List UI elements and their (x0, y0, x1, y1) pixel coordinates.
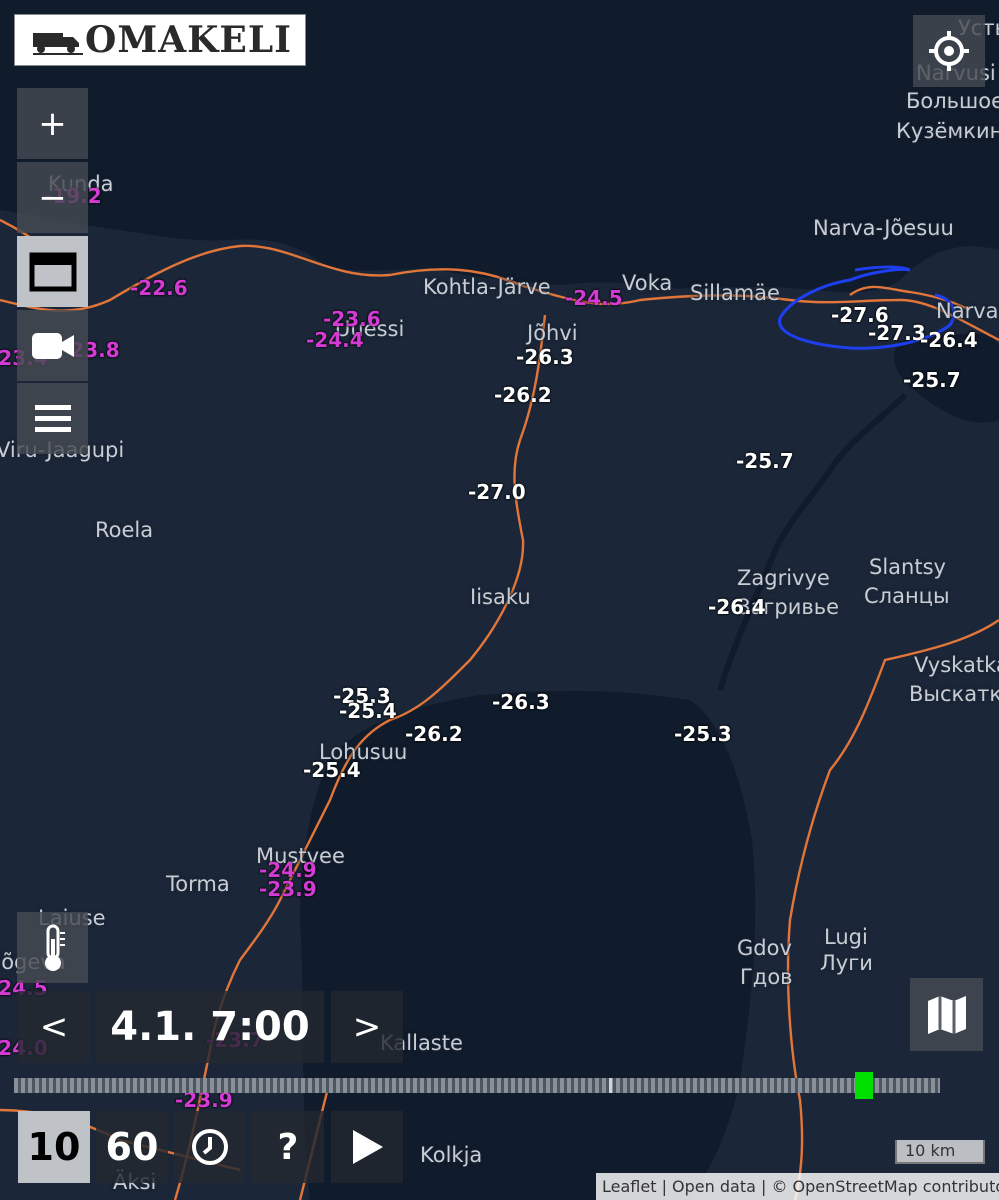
zoom-out-label: − (38, 177, 67, 218)
next-time-label: > (352, 1007, 382, 1047)
place-label: Гдов (740, 965, 793, 989)
temperature-label[interactable]: -23.9 (175, 1090, 233, 1110)
temperature-label[interactable]: -26.4 (708, 597, 766, 617)
scale-bar: 10 km (895, 1140, 985, 1164)
place-label: Iisaku (470, 585, 531, 609)
play-icon (353, 1130, 383, 1164)
temperature-label[interactable]: -24.4 (306, 330, 364, 350)
place-label: Выскатка (909, 682, 999, 706)
help-button[interactable]: ? (252, 1111, 324, 1183)
step-10-button[interactable]: 10 (18, 1111, 90, 1183)
logo-text: OMAKELI (85, 19, 293, 61)
menu-button[interactable] (17, 383, 88, 454)
place-label: Slantsy (869, 555, 946, 579)
place-label: Narva (936, 299, 999, 323)
step-60-label: 60 (105, 1125, 159, 1169)
scale-label: 10 km (905, 1141, 956, 1160)
temperature-label[interactable]: -26.2 (494, 385, 552, 405)
place-label: Kolkja (420, 1143, 483, 1167)
clock-icon (192, 1129, 228, 1165)
temperature-label[interactable]: -22.6 (130, 278, 188, 298)
map-icon (927, 995, 966, 1034)
step-60-button[interactable]: 60 (96, 1111, 168, 1183)
place-label: Кузёмкино (896, 119, 999, 143)
temperature-label[interactable]: -26.3 (516, 347, 574, 367)
place-label: Narva-Jõesuu (813, 216, 954, 240)
temperature-layer-button[interactable] (17, 912, 88, 983)
camera-button[interactable] (17, 310, 88, 381)
video-camera-icon (31, 332, 74, 359)
zoom-out-button[interactable]: − (17, 162, 88, 233)
play-button[interactable] (331, 1111, 403, 1183)
place-label: Voka (622, 271, 673, 295)
truck-icon (33, 33, 83, 55)
timeline-slider[interactable] (14, 1072, 940, 1099)
temperature-label[interactable]: -26.3 (492, 692, 550, 712)
locate-button[interactable] (913, 15, 985, 87)
place-label: Sillamäe (690, 281, 780, 305)
step-10-label: 10 (27, 1125, 81, 1169)
zoom-in-button[interactable]: + (17, 88, 88, 159)
datetime-text: 4.1. 7:00 (110, 1004, 310, 1050)
place-label: Kohtla-Järve (423, 275, 551, 299)
temperature-label[interactable]: -26.4 (920, 330, 978, 350)
zoom-in-label: + (38, 103, 67, 144)
place-label: Torma (166, 872, 230, 896)
crosshair-icon (929, 31, 969, 71)
place-label: Roela (95, 518, 154, 542)
temperature-label[interactable]: -23.9 (259, 879, 317, 899)
omakeli-logo[interactable]: OMAKELI (14, 14, 306, 66)
prev-time-label: < (39, 1007, 69, 1047)
place-label: Vyskatka (914, 653, 999, 677)
temperature-label[interactable]: -25.7 (736, 451, 794, 471)
window-icon (29, 252, 76, 291)
help-label: ? (277, 1126, 299, 1168)
temperature-label[interactable]: -25.4 (339, 701, 397, 721)
temperature-label[interactable]: -25.7 (903, 370, 961, 390)
datetime-display: 4.1. 7:00 (96, 991, 324, 1063)
attribution-text: Leaflet | Open data | © OpenStreetMap co… (602, 1177, 999, 1196)
map-attribution: Leaflet | Open data | © OpenStreetMap co… (596, 1173, 999, 1200)
place-label: Сланцы (864, 584, 950, 608)
next-time-button[interactable]: > (331, 991, 403, 1063)
temperature-label[interactable]: -25.4 (303, 760, 361, 780)
place-label: Gdov (737, 936, 792, 960)
temperature-label[interactable]: -27.3 (868, 323, 926, 343)
place-label: Большое (906, 89, 999, 113)
place-label: Lugi (824, 925, 868, 949)
timeline-current-tick (609, 1078, 612, 1093)
timeline-marker[interactable] (855, 1072, 874, 1099)
place-label: Jõhvi (527, 321, 578, 345)
temperature-label[interactable]: -25.3 (674, 724, 732, 744)
temperature-label[interactable]: -24.5 (565, 288, 623, 308)
temperature-label[interactable]: -26.2 (405, 724, 463, 744)
place-label: Луги (820, 951, 873, 975)
temperature-label[interactable]: -27.0 (468, 482, 526, 502)
fullscreen-button[interactable] (17, 236, 88, 307)
temperature-label[interactable]: -23.6 (323, 309, 381, 329)
prev-time-button[interactable]: < (18, 991, 90, 1063)
clock-button[interactable] (174, 1111, 246, 1183)
map-layers-button[interactable] (910, 978, 983, 1051)
hamburger-menu-icon (34, 404, 71, 432)
thermometer-icon (44, 924, 65, 971)
place-label: Zagrivye (737, 566, 830, 590)
